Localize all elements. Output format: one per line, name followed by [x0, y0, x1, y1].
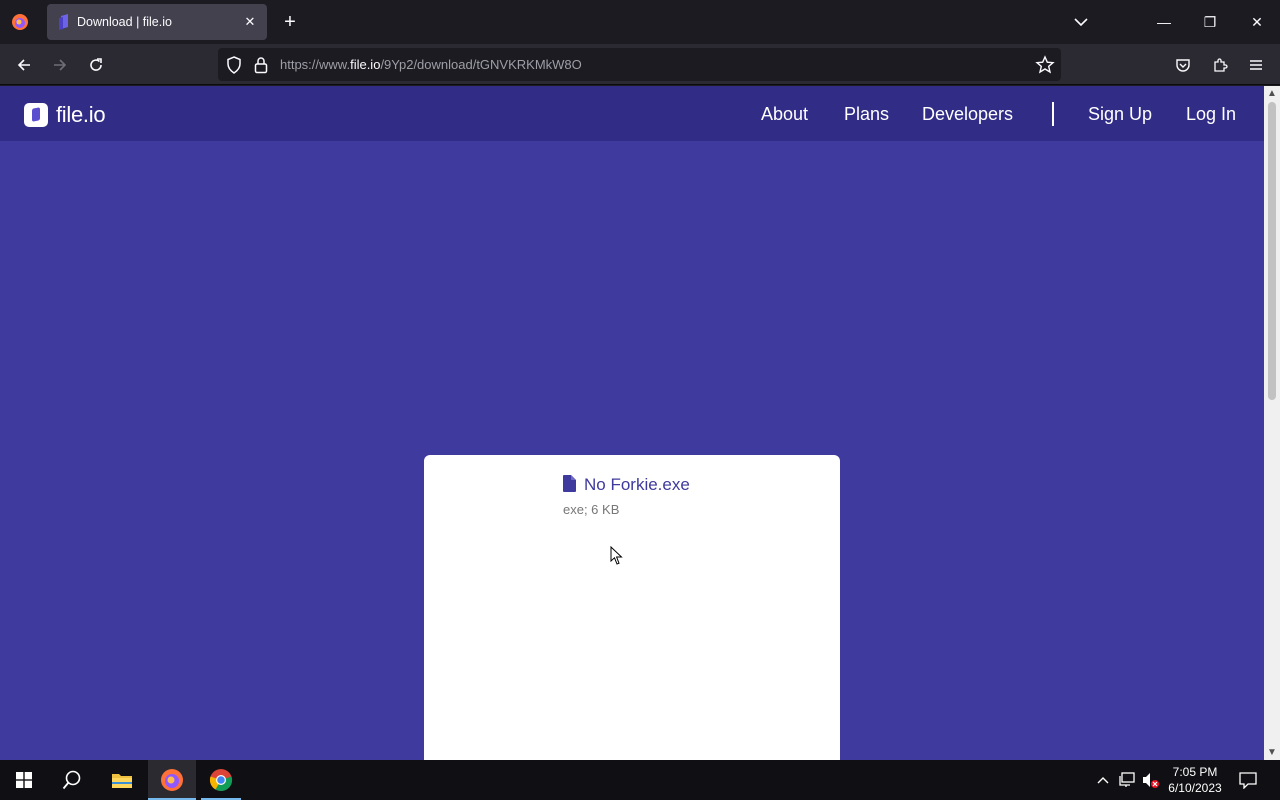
app-menu-icon[interactable] — [1244, 53, 1268, 77]
file-explorer-icon — [112, 774, 132, 788]
clock-time: 7:05 PM — [1172, 765, 1218, 779]
show-hidden-icons-chevron-icon[interactable] — [1093, 770, 1113, 790]
file-icon — [563, 475, 576, 492]
scroll-down-arrow-icon[interactable]: ▼ — [1267, 747, 1277, 758]
tab-close-icon[interactable]: ✕ — [241, 13, 259, 31]
firefox-view-icon[interactable] — [8, 10, 32, 34]
download-card: No Forkie.exe exe; 6 KB — [424, 455, 840, 760]
bookmark-star-icon[interactable] — [1035, 55, 1055, 75]
firefox-icon — [161, 769, 183, 791]
logo-text: file.io — [56, 102, 106, 127]
browser-tab[interactable]: Download | file.io ✕ — [47, 4, 267, 40]
search-button[interactable] — [48, 760, 96, 800]
nav-link-developers[interactable]: Developers — [922, 104, 1013, 125]
url-bar[interactable]: https://www.file.io/9Yp2/download/tGNVKR… — [218, 48, 1061, 81]
windows-logo-icon — [16, 772, 32, 788]
site-header: file.io About Plans Developers Sign Up L… — [0, 86, 1264, 141]
back-icon[interactable] — [11, 52, 37, 78]
taskbar-chrome[interactable] — [197, 760, 245, 800]
page-scrollbar[interactable]: ▲ ▼ — [1264, 86, 1280, 760]
scroll-thumb[interactable] — [1268, 102, 1276, 400]
lock-icon[interactable] — [254, 56, 268, 74]
chrome-icon — [209, 769, 233, 792]
forward-icon[interactable] — [47, 52, 73, 78]
pocket-icon[interactable] — [1171, 53, 1195, 77]
scroll-up-arrow-icon[interactable]: ▲ — [1267, 88, 1277, 99]
network-icon[interactable] — [1117, 770, 1137, 790]
file-io-favicon-icon — [59, 14, 68, 30]
extensions-icon[interactable] — [1208, 53, 1232, 77]
url-text[interactable]: https://www.file.io/9Yp2/download/tGNVKR… — [280, 57, 582, 72]
system-clock[interactable]: 7:05 PM 6/10/2023 — [1162, 764, 1228, 796]
page-viewport: file.io About Plans Developers Sign Up L… — [0, 86, 1264, 760]
nav-link-sign-up[interactable]: Sign Up — [1088, 104, 1152, 125]
file-meta: exe; 6 KB — [563, 502, 620, 517]
start-button[interactable] — [0, 760, 48, 800]
reload-icon[interactable] — [83, 52, 109, 78]
browser-nav-bar: https://www.file.io/9Yp2/download/tGNVKR… — [0, 44, 1280, 85]
tab-title: Download | file.io — [77, 15, 172, 29]
restore-window-button[interactable]: ❐ — [1198, 10, 1222, 34]
nav-link-about[interactable]: About — [761, 104, 808, 125]
mouse-cursor-icon — [610, 546, 623, 565]
clock-date: 6/10/2023 — [1168, 781, 1222, 795]
windows-taskbar: 7:05 PM 6/10/2023 — [0, 760, 1280, 800]
nav-link-log-in[interactable]: Log In — [1186, 104, 1236, 125]
browser-tab-bar: Download | file.io ✕ + — ❐ ✕ — [0, 0, 1280, 44]
search-icon — [62, 770, 81, 790]
nav-link-plans[interactable]: Plans — [844, 104, 889, 125]
file-io-logo-icon — [24, 103, 48, 127]
nav-divider — [1052, 102, 1054, 126]
notifications-icon[interactable] — [1238, 770, 1258, 790]
site-logo[interactable]: file.io — [24, 102, 106, 128]
minimize-window-button[interactable]: — — [1152, 10, 1176, 34]
new-tab-button[interactable]: + — [278, 10, 302, 34]
tracking-protection-shield-icon[interactable] — [226, 56, 242, 74]
list-all-tabs-icon[interactable] — [1070, 12, 1092, 32]
volume-muted-icon[interactable] — [1141, 770, 1161, 790]
taskbar-firefox[interactable] — [148, 760, 196, 800]
close-window-button[interactable]: ✕ — [1245, 10, 1269, 34]
taskbar-file-explorer[interactable] — [98, 760, 146, 800]
file-name-link[interactable]: No Forkie.exe — [584, 475, 690, 495]
